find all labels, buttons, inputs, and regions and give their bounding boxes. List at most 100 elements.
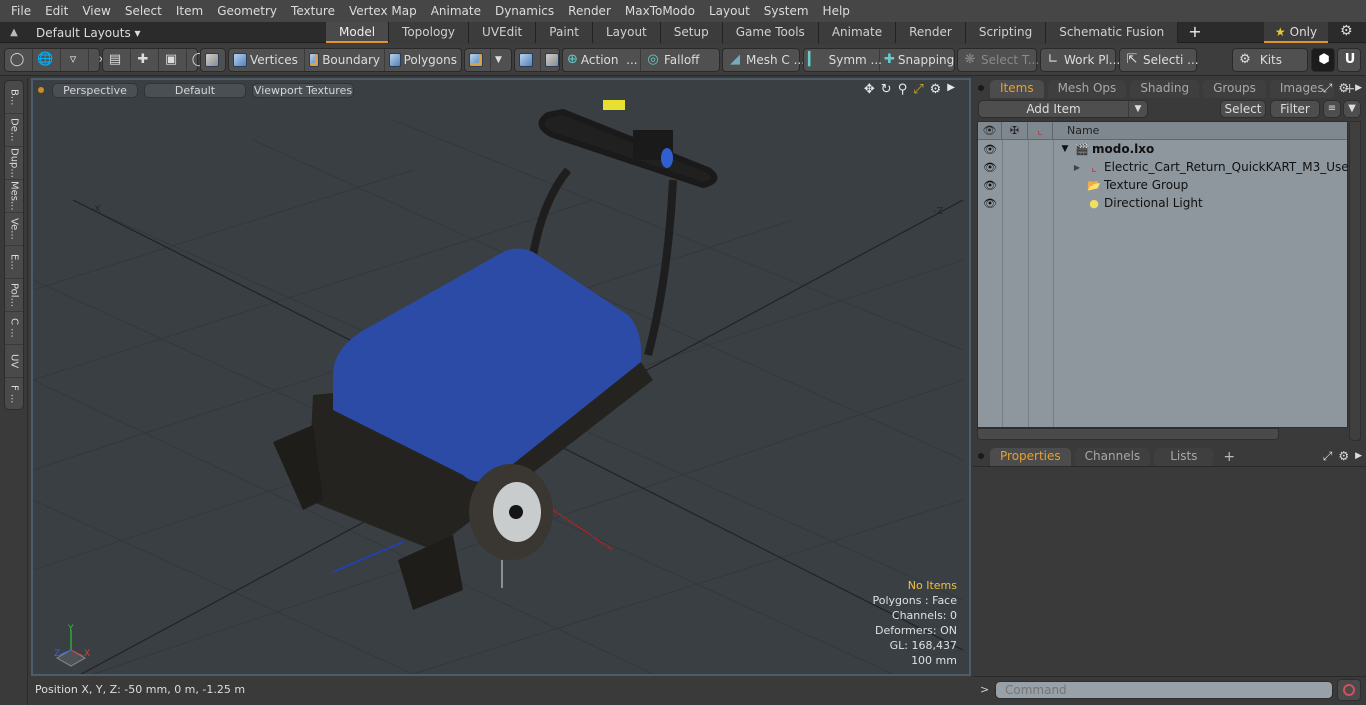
tab-schematic-fusion[interactable]: Schematic Fusion	[1046, 22, 1179, 43]
tab-layout[interactable]: Layout	[592, 22, 661, 43]
boundary-mode-button[interactable]: Boundary	[305, 49, 385, 71]
panel-more-icon[interactable]: ▶	[1355, 81, 1362, 96]
tool-tab-duplicate[interactable]: Dup...	[5, 147, 23, 180]
menu-item[interactable]: Item	[169, 0, 210, 22]
select-through-button[interactable]: ❋ Select T...	[958, 49, 1043, 71]
menu-dynamics[interactable]: Dynamics	[488, 0, 561, 22]
kits-button[interactable]: ⚙ Kits	[1233, 49, 1286, 71]
viewport-menu-dot[interactable]	[38, 87, 44, 93]
cart-model[interactable]	[273, 82, 718, 610]
action-center-button[interactable]: ⊕ Action ...	[563, 49, 641, 71]
add-panel-tab-icon[interactable]: +	[1217, 448, 1241, 466]
tab-setup[interactable]: Setup	[660, 22, 723, 43]
tab-animate[interactable]: Animate	[818, 22, 897, 43]
pen-tool-button[interactable]: ▿	[61, 49, 89, 71]
visibility-column-icon[interactable]: 👁	[978, 122, 1002, 139]
expand-arrow-icon[interactable]: ▶	[1070, 163, 1084, 172]
view-mode-button[interactable]: Perspective	[52, 82, 138, 98]
vertices-mode-button[interactable]: Vertices	[229, 49, 305, 71]
name-column-header[interactable]: Name	[1053, 122, 1099, 139]
menu-render[interactable]: Render	[561, 0, 618, 22]
menu-help[interactable]: Help	[816, 0, 857, 22]
panel-settings-icon[interactable]: ⚙	[1338, 81, 1349, 96]
tool-tab-polygon[interactable]: Pol...	[5, 279, 23, 312]
gear-icon[interactable]: ⚙	[1340, 23, 1353, 39]
panel-more-icon[interactable]: ▶	[1355, 449, 1362, 464]
tool-tab-deform[interactable]: De...	[5, 114, 23, 147]
visibility-eye-icon[interactable]: 👁	[978, 197, 1002, 210]
vertical-scrollbar[interactable]	[1349, 121, 1361, 441]
item-row-mesh[interactable]: 👁 ▶ ⌞ Electric_Cart_Return_QuickKART_M3_…	[978, 158, 1356, 176]
tab-shading[interactable]: Shading	[1130, 80, 1200, 98]
menu-edit[interactable]: Edit	[38, 0, 75, 22]
axis-column-icon[interactable]: ⌞	[1028, 122, 1053, 139]
panel-settings-icon[interactable]: ⚙	[1338, 449, 1349, 464]
menu-layout[interactable]: Layout	[702, 0, 757, 22]
cross-button[interactable]: ✚	[131, 49, 159, 71]
tab-topology[interactable]: Topology	[389, 22, 470, 43]
align-button[interactable]: ▤	[103, 49, 131, 71]
tab-mesh-ops[interactable]: Mesh Ops	[1047, 80, 1127, 98]
selection-sets-button[interactable]: ⇱ Selecti ...	[1120, 49, 1203, 71]
menu-maxtomodo[interactable]: MaxToModo	[618, 0, 702, 22]
3d-viewport[interactable]: -X -Z Y X Z Perspective Default Viewport…	[31, 78, 971, 676]
lock-column-icon[interactable]: ✠	[1002, 122, 1028, 139]
command-input[interactable]	[995, 681, 1333, 699]
item-row-directional-light[interactable]: 👁 ● Directional Light	[978, 194, 1347, 212]
tab-items[interactable]: Items	[990, 80, 1044, 98]
rotate-icon[interactable]: ↻	[881, 82, 892, 97]
item-mode-button[interactable]	[201, 49, 226, 71]
menu-file[interactable]: File	[4, 0, 38, 22]
expand-panel-icon[interactable]: ⤢	[1323, 81, 1333, 96]
panel-menu-dot[interactable]	[978, 85, 984, 91]
add-item-dropdown-icon[interactable]: ▼	[1129, 101, 1147, 117]
world-view-button[interactable]	[515, 49, 541, 71]
add-item-button[interactable]: Add Item ▼	[978, 100, 1148, 118]
menu-geometry[interactable]: Geometry	[210, 0, 284, 22]
tool-tab-edge[interactable]: E...	[5, 246, 23, 279]
menu-select[interactable]: Select	[118, 0, 169, 22]
add-tab-icon[interactable]: +	[1178, 22, 1211, 43]
falloff-button[interactable]: ◎ Falloff	[641, 49, 719, 71]
viewport-textures-button[interactable]: Viewport Textures	[252, 82, 354, 98]
menu-system[interactable]: System	[757, 0, 816, 22]
item-row-scene[interactable]: 👁 ▼ 🎬 modo.lxo	[978, 140, 1347, 158]
only-toggle-button[interactable]: ★ Only	[1264, 22, 1328, 43]
filter-button[interactable]: Filter	[1270, 100, 1320, 118]
menu-texture[interactable]: Texture	[284, 0, 342, 22]
menu-vertex-map[interactable]: Vertex Map	[342, 0, 424, 22]
tab-lists[interactable]: Lists	[1154, 448, 1214, 466]
tab-uvedit[interactable]: UVEdit	[469, 22, 537, 43]
viewport-settings-icon[interactable]: ⚙	[930, 82, 942, 97]
default-layouts-dropdown[interactable]: ▲ Default Layouts ▾	[6, 24, 140, 41]
polygons-mode-button[interactable]: Polygons	[385, 49, 461, 71]
tool-tab-curve[interactable]: C ...	[5, 312, 23, 345]
zoom-icon[interactable]: ⚲	[898, 82, 908, 97]
tool-tab-fusion[interactable]: F ...	[5, 378, 23, 411]
expand-panel-icon[interactable]: ⤢	[1323, 449, 1333, 464]
mesh-constraint-button[interactable]: ◢ Mesh C ...	[723, 49, 809, 71]
unity-button[interactable]: ⬢	[1312, 49, 1339, 71]
square-target-button[interactable]: ▣	[159, 49, 187, 71]
tool-tab-mesh-edit[interactable]: Mes...	[5, 180, 23, 213]
shading-mode-button[interactable]: Default	[144, 82, 246, 98]
visibility-eye-icon[interactable]: 👁	[978, 143, 1002, 156]
material-mode-button[interactable]	[465, 49, 491, 71]
tab-channels[interactable]: Channels	[1074, 448, 1151, 466]
select-button[interactable]: Select	[1220, 100, 1266, 118]
maximize-icon[interactable]: ⤢	[913, 82, 923, 97]
viewport-more-icon[interactable]: ▶	[947, 82, 955, 97]
material-mode-dropdown[interactable]: ▼	[491, 49, 506, 71]
snapping-button[interactable]: ✚ Snapping	[880, 49, 954, 71]
funnel-filter-icon[interactable]: ▼	[1343, 100, 1361, 118]
menu-animate[interactable]: Animate	[424, 0, 488, 22]
visibility-eye-icon[interactable]: 👁	[978, 179, 1002, 192]
tab-game-tools[interactable]: Game Tools	[722, 22, 819, 43]
sphere-select-button[interactable]: 🌐	[33, 49, 61, 71]
tab-properties[interactable]: Properties	[990, 448, 1071, 466]
collapse-arrow-icon[interactable]: ▼	[1058, 144, 1072, 154]
visibility-eye-icon[interactable]: 👁	[978, 161, 1002, 174]
tool-tab-uv[interactable]: UV	[5, 345, 23, 378]
pan-icon[interactable]: ✥	[864, 82, 875, 97]
tool-tab-vertex[interactable]: Ve...	[5, 213, 23, 246]
